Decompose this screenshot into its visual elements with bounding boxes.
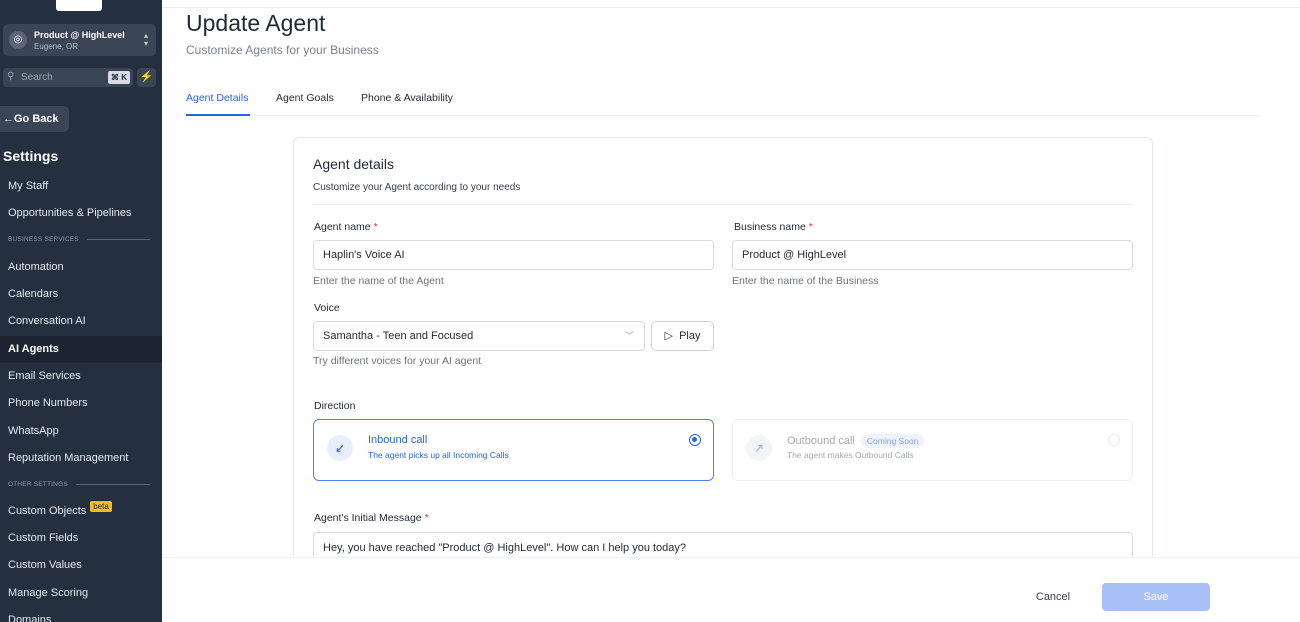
- app-window: ◎ Product @ HighLevel Eugene, OR ▴ ▾ ⚲ Se…: [0, 0, 1300, 622]
- sidebar-item-calendars[interactable]: Calendars: [0, 281, 162, 308]
- sidebar-item-custom-fields[interactable]: Custom Fields: [0, 525, 162, 552]
- page-title: Update Agent: [186, 10, 326, 36]
- coming-soon-badge: Coming Soon: [860, 434, 925, 448]
- voice-select[interactable]: Samantha - Teen and Focused ﹀: [313, 321, 645, 351]
- sidebar-item-custom-values[interactable]: Custom Values: [0, 552, 162, 579]
- inbound-title: Inbound call: [368, 434, 428, 446]
- play-icon: ▷: [664, 330, 673, 342]
- outbound-radio[interactable]: [1108, 434, 1120, 446]
- arrow-up-right-icon: ↗: [746, 435, 772, 461]
- sidebar-item-opportunities[interactable]: Opportunities & Pipelines: [0, 200, 162, 227]
- voice-label: Voice: [314, 302, 340, 314]
- required-asterisk: *: [373, 221, 378, 233]
- beta-badge: beta: [90, 501, 112, 512]
- business-name-label: Business name *: [734, 221, 813, 233]
- tab-phone-availability[interactable]: Phone & Availability: [361, 92, 453, 116]
- arrow-down-left-icon: ↙: [327, 435, 353, 461]
- arrow-left-icon: ←: [3, 113, 14, 125]
- section-business-services: BUSINESS SERVICES: [8, 236, 150, 243]
- sidebar-item-custom-objects[interactable]: Custom Objects beta: [0, 498, 162, 525]
- voice-hint: Try different voices for your AI agent: [313, 355, 482, 367]
- business-name-input[interactable]: Product @ HighLevel: [732, 240, 1133, 270]
- sidebar-item-my-staff[interactable]: My Staff: [0, 173, 162, 200]
- sidebar-item-reputation[interactable]: Reputation Management: [0, 445, 162, 472]
- section-other-settings: OTHER SETTINGS: [8, 481, 150, 488]
- inbound-call-option[interactable]: ↙ Inbound call The agent picks up all In…: [313, 419, 714, 481]
- cancel-button[interactable]: Cancel: [1022, 583, 1084, 611]
- go-back-label: Go Back: [14, 113, 59, 125]
- location-icon: ◎: [9, 31, 27, 49]
- logo: [56, 0, 102, 11]
- sidebar-title: Settings: [3, 148, 59, 164]
- divider: [86, 239, 150, 240]
- section-label: OTHER SETTINGS: [8, 481, 68, 488]
- business-name-hint: Enter the name of the Business: [732, 275, 879, 287]
- inbound-desc: The agent picks up all Incoming Calls: [368, 450, 509, 460]
- search-icon: ⚲: [7, 71, 15, 82]
- section-label: BUSINESS SERVICES: [8, 236, 79, 243]
- page-subtitle: Customize Agents for your Business: [186, 43, 379, 57]
- sidebar-item-email-services[interactable]: Email Services: [0, 363, 162, 390]
- required-asterisk: *: [808, 221, 813, 233]
- play-label: Play: [679, 330, 701, 342]
- sidebar-item-label: Custom Objects: [8, 505, 87, 517]
- outbound-title: Outbound call: [787, 435, 855, 447]
- form-footer: Cancel Save: [162, 557, 1300, 622]
- required-asterisk: *: [424, 512, 429, 524]
- sidebar-item-phone-numbers[interactable]: Phone Numbers: [0, 390, 162, 417]
- card-title: Agent details: [313, 156, 394, 172]
- card-divider: [313, 204, 1133, 205]
- inbound-radio[interactable]: [689, 434, 701, 446]
- tab-agent-goals[interactable]: Agent Goals: [276, 92, 334, 116]
- quick-action-bolt-icon[interactable]: ⚡: [137, 68, 156, 87]
- outbound-call-option[interactable]: ↗ Outbound call Coming Soon The agent mak…: [732, 419, 1133, 481]
- sidebar-item-ai-agents[interactable]: AI Agents: [0, 336, 162, 363]
- label-text: Agent's Initial Message: [314, 512, 422, 524]
- account-name: Product @ HighLevel: [34, 30, 125, 40]
- sidebar-item-domains[interactable]: Domains: [0, 607, 162, 622]
- search-shortcut: ⌘ K: [108, 71, 130, 84]
- agent-name-label: Agent name *: [314, 221, 378, 233]
- account-switcher[interactable]: ◎ Product @ HighLevel Eugene, OR ▴ ▾: [3, 24, 156, 56]
- main-content: Update Agent Customize Agents for your B…: [162, 0, 1300, 622]
- tab-bar: Agent Details Agent Goals Phone & Availa…: [186, 92, 1260, 116]
- account-location: Eugene, OR: [34, 42, 79, 51]
- agent-name-hint: Enter the name of the Agent: [313, 275, 444, 287]
- label-text: Business name: [734, 221, 806, 233]
- outbound-desc: The agent makes Outbound Calls: [787, 450, 914, 460]
- agent-details-card: Agent details Customize your Agent accor…: [293, 137, 1153, 567]
- agent-name-input[interactable]: Haplin's Voice AI: [313, 240, 714, 270]
- top-divider: [162, 7, 1300, 8]
- sidebar: ◎ Product @ HighLevel Eugene, OR ▴ ▾ ⚲ Se…: [0, 0, 162, 622]
- voice-selected-value: Samantha - Teen and Focused: [323, 330, 474, 342]
- initial-message-label: Agent's Initial Message *: [314, 512, 429, 524]
- sidebar-item-automation[interactable]: Automation: [0, 254, 162, 281]
- tab-agent-details[interactable]: Agent Details: [186, 92, 250, 116]
- card-subtitle: Customize your Agent according to your n…: [313, 182, 521, 193]
- sidebar-item-conversation-ai[interactable]: Conversation AI: [0, 308, 162, 335]
- sidebar-item-manage-scoring[interactable]: Manage Scoring: [0, 580, 162, 607]
- search-placeholder: Search: [21, 72, 53, 83]
- direction-label: Direction: [314, 400, 356, 412]
- chevron-down-icon: ﹀: [624, 331, 634, 341]
- divider: [75, 484, 150, 485]
- search-input[interactable]: ⚲ Search ⌘ K: [3, 68, 133, 87]
- outbound-title-row: Outbound call Coming Soon: [787, 434, 925, 448]
- go-back-button[interactable]: ←Go Back: [0, 106, 69, 132]
- chevron-updown-icon: ▴ ▾: [143, 31, 148, 48]
- label-text: Agent name: [314, 221, 371, 233]
- play-voice-button[interactable]: ▷ Play: [651, 321, 714, 351]
- save-button[interactable]: Save: [1102, 583, 1210, 611]
- sidebar-item-whatsapp[interactable]: WhatsApp: [0, 418, 162, 445]
